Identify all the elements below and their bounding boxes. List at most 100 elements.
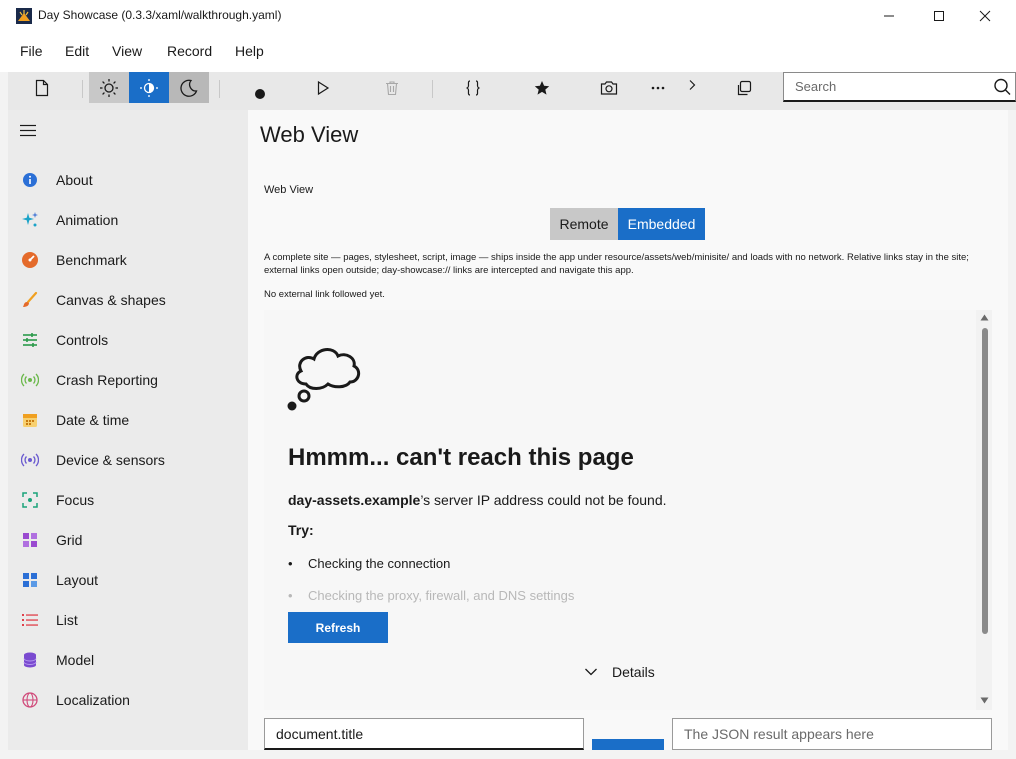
sensor-icon: [21, 451, 39, 469]
dark-theme-button[interactable]: [169, 72, 209, 103]
sliders-icon: [21, 331, 39, 349]
sidebar-item-crash-reporting[interactable]: Crash Reporting: [8, 360, 248, 400]
focus-icon: [21, 491, 39, 509]
maximize-button[interactable]: [916, 0, 962, 32]
close-button[interactable]: [962, 0, 1008, 32]
page-title: Web View: [260, 122, 359, 147]
hamburger-button[interactable]: [20, 124, 38, 138]
database-icon: [21, 651, 39, 669]
evaluate-button[interactable]: [592, 739, 664, 750]
light-theme-button[interactable]: [89, 72, 129, 103]
sidebar-item-label: About: [56, 172, 93, 188]
brush-icon: [21, 291, 39, 309]
webview-scrollbar[interactable]: [976, 310, 992, 710]
list-icon: [21, 611, 39, 629]
sidebar-item-model[interactable]: Model: [8, 640, 248, 680]
search-input[interactable]: Search: [783, 72, 1016, 102]
toolbar-separator: [219, 80, 220, 98]
chevron-right-icon: [689, 80, 696, 90]
play-button[interactable]: [311, 72, 335, 104]
chevron-down-icon: [585, 668, 597, 676]
try-label: Try:: [288, 522, 314, 538]
sidebar-item-label: Animation: [56, 212, 119, 228]
sidebar-item-canvas-shapes[interactable]: Canvas & shapes: [8, 280, 248, 320]
scroll-up-icon[interactable]: [980, 314, 989, 321]
scroll-down-icon[interactable]: [980, 697, 989, 704]
sidebar-item-benchmark[interactable]: Benchmark: [8, 240, 248, 280]
toolbar-separator: [432, 80, 433, 98]
sidebar-item-label: Layout: [56, 572, 99, 588]
sidebar-item-grid[interactable]: Grid: [8, 520, 248, 560]
sidebar-item-label: Focus: [56, 492, 95, 508]
error-title: Hmmm... can't reach this page: [288, 444, 634, 471]
calendar-icon: [21, 411, 39, 429]
suggestion-text: Checking the proxy, firewall, and DNS se…: [308, 588, 575, 603]
expression-input[interactable]: document.title: [264, 718, 584, 750]
menu-help[interactable]: Help: [235, 43, 264, 59]
star-icon: [534, 81, 550, 95]
minimize-icon: [884, 15, 894, 17]
sun-icon: [100, 78, 118, 97]
sidebar-item-label: Model: [56, 652, 95, 668]
menu-view[interactable]: View: [112, 43, 142, 59]
search-placeholder: Search: [795, 79, 837, 94]
scrollbar-thumb[interactable]: [982, 328, 988, 634]
favorite-button[interactable]: [530, 72, 554, 104]
delete-button[interactable]: [380, 72, 404, 104]
sidebar-item-layout[interactable]: Layout: [8, 560, 248, 600]
new-page-button[interactable]: [28, 72, 56, 104]
broadcast-icon: [21, 371, 39, 389]
auto-theme-button[interactable]: [129, 72, 169, 103]
sidebar-item-label: Localization: [56, 692, 130, 708]
link-status-text: No external link followed yet.: [264, 289, 385, 300]
sidebar-item-focus[interactable]: Focus: [8, 480, 248, 520]
sidebar-item-list[interactable]: List: [8, 600, 248, 640]
sidebar-item-localization[interactable]: Localization: [8, 680, 248, 720]
menu-record[interactable]: Record: [167, 43, 212, 59]
thought-cloud-icon: [287, 348, 361, 411]
menu-file[interactable]: File: [20, 43, 43, 59]
error-host: day-assets.example: [288, 492, 421, 508]
grid-icon: [21, 531, 39, 549]
sidebar-item-label: Device & sensors: [56, 452, 165, 468]
sidebar-item-animation[interactable]: Animation: [8, 200, 248, 240]
sidebar-item-device-sensors[interactable]: Device & sensors: [8, 440, 248, 480]
copy-button[interactable]: [732, 72, 756, 104]
gauge-icon: [21, 251, 39, 269]
overflow-chevron-button[interactable]: [684, 69, 700, 101]
menu-edit[interactable]: Edit: [65, 43, 89, 59]
sidebar-item-label: List: [56, 612, 78, 628]
sidebar-item-controls[interactable]: Controls: [8, 320, 248, 360]
app-logo-icon: [16, 8, 32, 24]
result-field[interactable]: The JSON result appears here: [672, 718, 992, 750]
sidebar: About Animation Benchmark Canvas & shape…: [8, 110, 248, 750]
globe-icon: [21, 691, 39, 709]
more-icon: [651, 86, 665, 90]
close-icon: [979, 10, 991, 22]
sidebar-item-date-time[interactable]: Date & time: [8, 400, 248, 440]
refresh-button[interactable]: Refresh: [288, 612, 388, 643]
details-toggle[interactable]: Details: [584, 664, 655, 680]
more-button[interactable]: [646, 72, 670, 104]
trash-icon: [386, 81, 398, 96]
moon-icon: [180, 79, 198, 97]
hamburger-icon: [20, 124, 36, 137]
copy-icon: [737, 80, 752, 96]
segment-embedded[interactable]: Embedded: [618, 208, 705, 240]
sidebar-item-label: Controls: [56, 332, 109, 348]
web-view[interactable]: Hmmm... can't reach this page day-assets…: [264, 310, 992, 710]
json-button[interactable]: [460, 72, 486, 104]
screenshot-button[interactable]: [596, 72, 622, 104]
play-icon: [317, 80, 330, 96]
sparkle-icon: [21, 211, 39, 229]
maximize-icon: [934, 11, 944, 21]
suggestion-text: Checking the connection: [308, 556, 451, 571]
toolbar-separator: [82, 80, 83, 98]
record-button[interactable]: [248, 78, 272, 110]
error-host-suffix: ’s server IP address could not be found.: [420, 492, 667, 508]
segment-remote[interactable]: Remote: [550, 208, 618, 240]
search-icon[interactable]: [992, 78, 1012, 96]
minimize-button[interactable]: [866, 0, 912, 32]
details-label: Details: [612, 664, 655, 680]
sidebar-item-about[interactable]: About: [8, 160, 248, 200]
